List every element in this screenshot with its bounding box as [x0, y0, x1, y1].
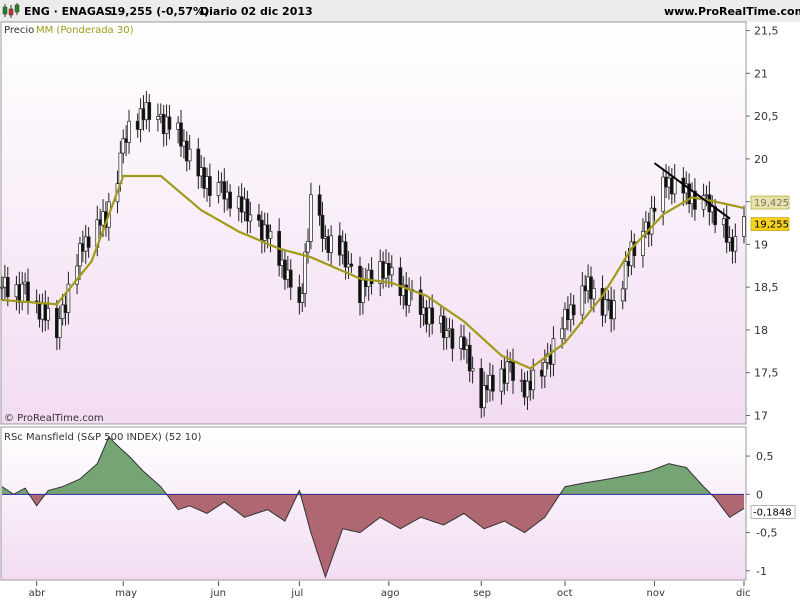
candle-body [57, 318, 62, 338]
candle-body [349, 263, 354, 267]
candle-body [571, 304, 576, 316]
candle-body [560, 328, 564, 340]
candle-body [450, 328, 455, 349]
candle-body [620, 288, 625, 302]
x-tick-label: ago [381, 588, 400, 599]
period-text: Diario 02 dic 2013 [200, 5, 313, 18]
x-tick-label: sep [473, 588, 491, 599]
rsc-value-tag: -0,1848 [750, 505, 796, 519]
last-value-tag: 19,255 [750, 217, 790, 231]
price-tick-label: 21 [754, 67, 768, 80]
candle-body [652, 207, 657, 212]
candle-body [300, 293, 305, 303]
candle-body [167, 116, 172, 130]
candle-body [444, 330, 449, 338]
candle-body [672, 177, 677, 195]
price-tick-label: 20 [754, 153, 768, 166]
x-tick-label: jul [290, 588, 303, 599]
candle-body [531, 369, 536, 391]
rsc-tick-label: -0,5 [756, 527, 777, 540]
ma-value-tag: 19,425 [750, 195, 790, 210]
candle-body [208, 176, 212, 196]
price-label: Precio [4, 25, 34, 36]
copyright-text: © ProRealTime.com [4, 413, 104, 424]
candle-body [46, 307, 51, 321]
price-tick-label: 19 [754, 238, 768, 251]
candle-body [320, 214, 325, 239]
site-link[interactable]: www.ProRealTime.com [664, 5, 800, 18]
rsc-tick-label: 0,5 [756, 450, 774, 463]
price-tick-label: 21,5 [754, 25, 779, 38]
candle-body [742, 216, 746, 237]
candle-body [216, 182, 221, 196]
x-tick-label: nov [646, 588, 664, 599]
rsc-tick-label: 0 [756, 488, 763, 501]
candle-body [288, 269, 293, 288]
x-tick-label: dic [736, 588, 751, 599]
candle-body [407, 289, 411, 306]
candle-body [248, 214, 253, 222]
price-tick-label: 18,5 [754, 281, 779, 294]
quote-text: 19,255 (-0,57%) [110, 5, 209, 18]
candle-body [592, 288, 596, 300]
candle-body [127, 120, 131, 143]
candle-body [26, 281, 30, 302]
candle-body [329, 235, 333, 253]
x-tick-label: jun [210, 588, 226, 599]
candle-body [86, 236, 91, 248]
candle-body [542, 362, 547, 377]
candle-body [470, 368, 475, 372]
candle-body [156, 116, 160, 120]
candle-body [303, 251, 308, 294]
rsc-value: -0,1848 [753, 507, 792, 518]
candle-body [317, 194, 322, 216]
x-tick-label: abr [29, 588, 46, 599]
candle-body [430, 307, 435, 324]
candle-body [306, 241, 310, 253]
x-tick-label: may [115, 588, 137, 599]
candle-body [369, 269, 374, 284]
candle-body [257, 214, 261, 221]
candle-body [309, 194, 313, 242]
candle-body [343, 241, 348, 268]
candle-body [20, 283, 25, 303]
candle-body [603, 299, 608, 316]
symbol-title: ENG · ENAGAS [24, 5, 112, 18]
candle-body [490, 374, 495, 392]
candle-body [187, 148, 192, 162]
price-tick-label: 17,5 [754, 367, 779, 380]
candle-body [228, 191, 232, 209]
candle-body [467, 344, 472, 372]
candle-body [389, 267, 394, 276]
price-tick-label: 17 [754, 409, 768, 422]
candle-body [5, 277, 10, 298]
candle-body [511, 361, 515, 381]
x-tick-label: oct [557, 588, 573, 599]
chart-window: ENG · ENAGAS 19,255 (-0,57%) Diario 02 d… [0, 0, 800, 600]
price-panel [0, 21, 747, 425]
ma-label: MM (Ponderada 30) [36, 25, 134, 36]
candle-body [147, 102, 152, 120]
price-chart-svg: ENG · ENAGAS 19,255 (-0,57%) Diario 02 d… [0, 0, 800, 600]
candle-body [268, 230, 273, 239]
candle-body [612, 300, 616, 320]
candle-body [505, 361, 510, 384]
price-tick-label: 18 [754, 324, 768, 337]
candle-body [649, 207, 654, 235]
rsc-label: RSc Mansfield (S&P 500 INDEX) (52 10) [4, 432, 201, 443]
rsc-tick-label: -1 [756, 565, 767, 578]
price-tick-label: 20,5 [754, 110, 779, 123]
last-value: 19,255 [754, 220, 789, 231]
candle-body [733, 236, 738, 252]
ma-value: 19,425 [754, 198, 789, 209]
